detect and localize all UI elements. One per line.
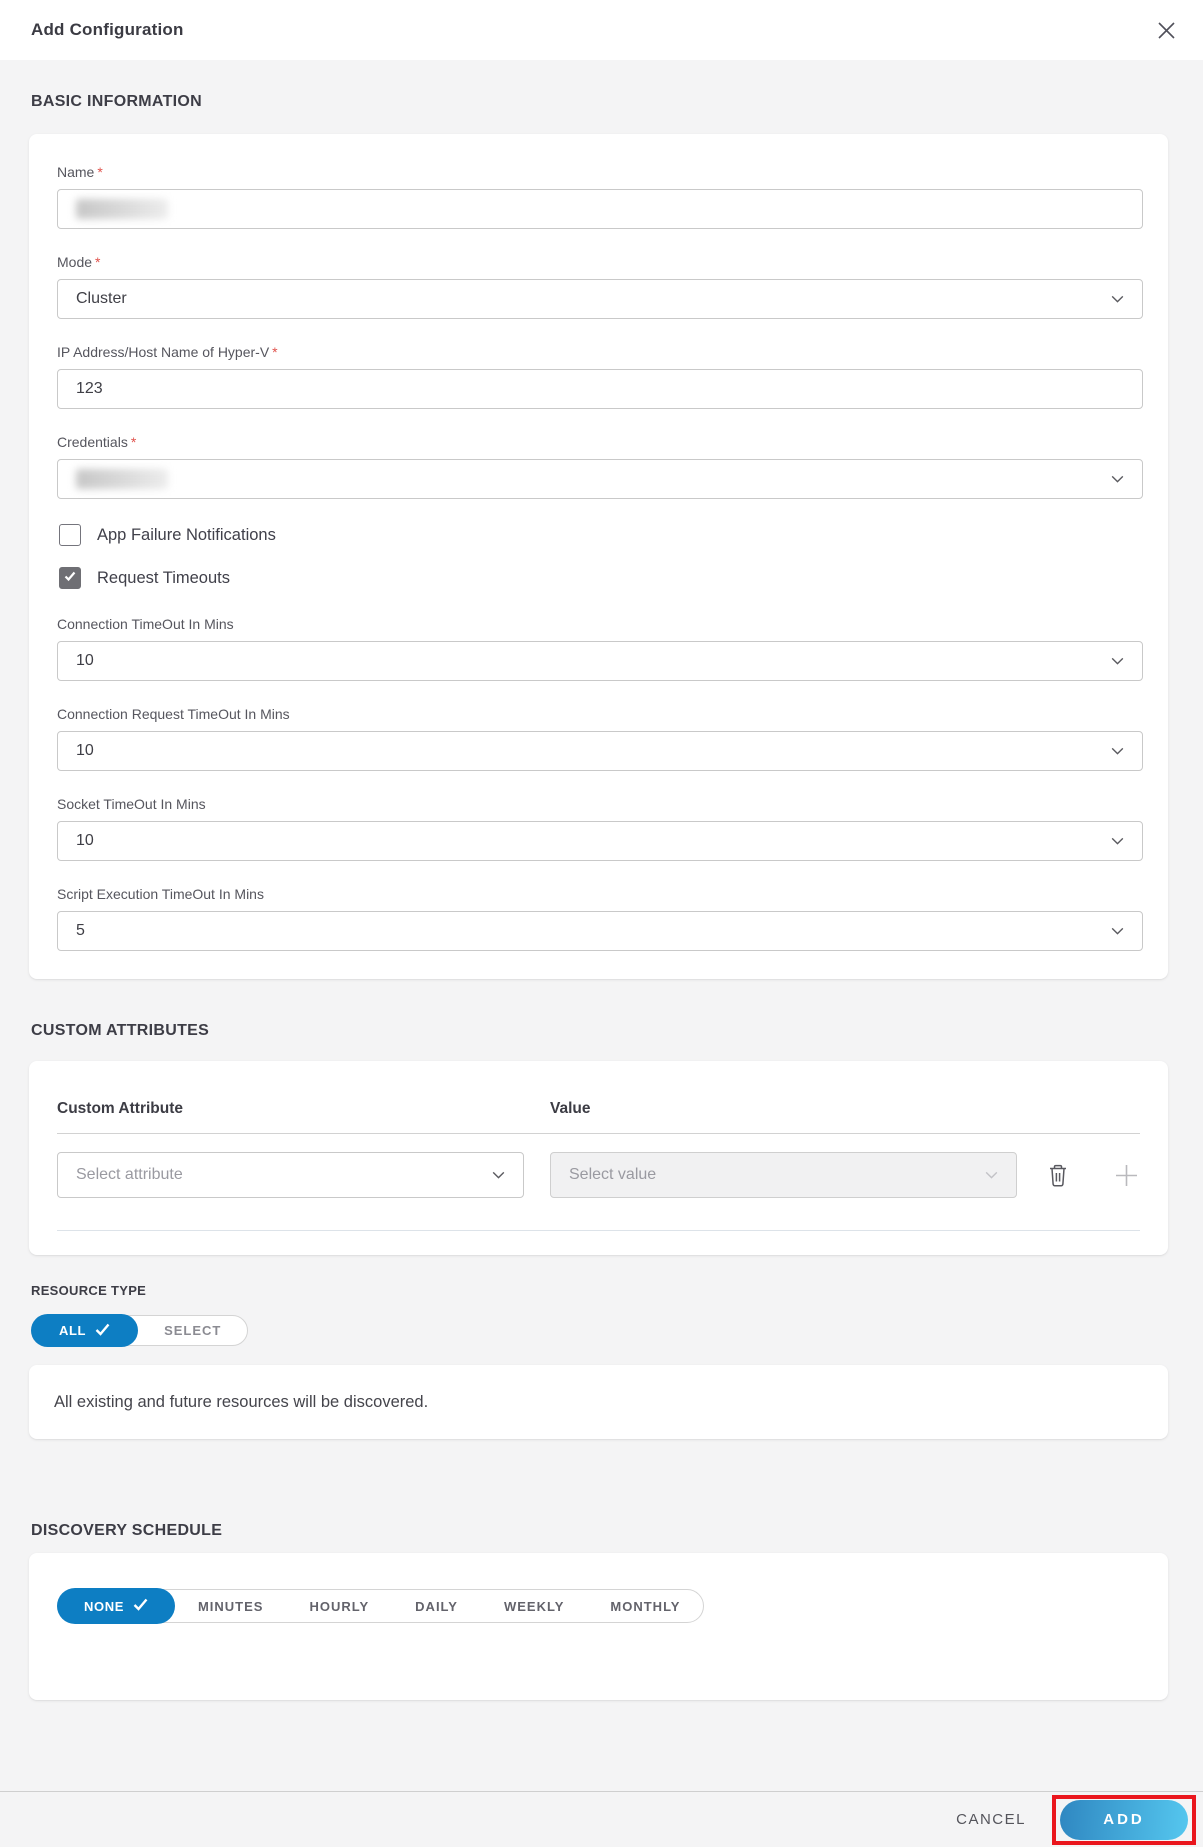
ip-field-group: IP Address/Host Name of Hyper-V * 123 xyxy=(57,344,1143,409)
chevron-down-icon xyxy=(983,1167,1000,1184)
chevron-down-icon xyxy=(1109,291,1126,308)
basic-information-card: Name * Mode * Cluster IP Address/Host Name… xyxy=(29,134,1168,979)
modal-body: BASIC INFORMATION Name * Mode * Cluster IP… xyxy=(0,60,1203,1700)
required-asterisk: * xyxy=(272,344,278,360)
mode-selected-value: Cluster xyxy=(76,290,127,307)
credentials-label: Credentials * xyxy=(57,434,137,450)
mode-label: Mode * xyxy=(57,254,101,270)
redacted-value xyxy=(76,199,168,219)
socket-timeout-select[interactable]: 10 xyxy=(57,821,1143,861)
chevron-down-icon xyxy=(1109,653,1126,670)
resource-type-description: All existing and future resources will b… xyxy=(54,1392,429,1411)
required-asterisk: * xyxy=(130,434,137,450)
page-title: Add Configuration xyxy=(31,20,184,39)
check-icon xyxy=(133,1598,148,1614)
cancel-button[interactable]: CANCEL xyxy=(946,1803,1036,1836)
schedule-option-daily[interactable]: DAILY xyxy=(392,1589,481,1623)
connection-timeout-value: 10 xyxy=(76,652,94,669)
resource-type-select-option[interactable]: SELECT xyxy=(138,1315,247,1346)
schedule-option-hourly[interactable]: HOURLY xyxy=(286,1589,392,1623)
request-timeouts-label: Request Timeouts xyxy=(97,568,230,587)
schedule-option-monthly[interactable]: MONTHLY xyxy=(587,1589,703,1623)
custom-attribute-row: Select attribute Select value xyxy=(57,1134,1140,1216)
resource-type-toggle: ALL SELECT xyxy=(31,1314,249,1347)
connection-request-timeout-label: Connection Request TimeOut In Mins xyxy=(57,706,290,722)
socket-timeout-label: Socket TimeOut In Mins xyxy=(57,796,206,812)
chevron-down-icon xyxy=(1109,923,1126,940)
custom-attribute-column-header: Custom Attribute xyxy=(57,1100,183,1117)
app-failure-notifications-checkbox[interactable] xyxy=(59,524,81,546)
delete-row-button[interactable] xyxy=(1043,1159,1073,1192)
connection-timeout-label: Connection TimeOut In Mins xyxy=(57,616,234,632)
chevron-down-icon xyxy=(490,1167,507,1184)
request-timeouts-checkbox[interactable] xyxy=(59,567,81,589)
close-icon xyxy=(1156,21,1177,44)
resource-type-heading: RESOURCE TYPE xyxy=(31,1283,147,1298)
custom-attributes-header-row: Custom Attribute Value xyxy=(57,1099,1140,1119)
add-row-button[interactable] xyxy=(1109,1158,1144,1193)
divider xyxy=(57,1230,1140,1231)
ip-value: 123 xyxy=(76,380,103,397)
resource-type-card: All existing and future resources will b… xyxy=(29,1365,1168,1439)
required-asterisk: * xyxy=(95,254,101,270)
connection-request-timeout-field-group: Connection Request TimeOut In Mins 10 xyxy=(57,706,1143,771)
chevron-down-icon xyxy=(1109,743,1126,760)
resource-type-all-option[interactable]: ALL xyxy=(31,1314,139,1347)
ip-label: IP Address/Host Name of Hyper-V * xyxy=(57,344,278,360)
plus-icon xyxy=(1113,1164,1140,1192)
credentials-field-group: Credentials * xyxy=(57,434,1143,499)
script-timeout-label: Script Execution TimeOut In Mins xyxy=(57,886,264,902)
name-input[interactable] xyxy=(57,189,1143,229)
close-button[interactable] xyxy=(1152,16,1181,45)
connection-request-timeout-value: 10 xyxy=(76,742,94,759)
trash-icon xyxy=(1047,1164,1069,1191)
schedule-option-minutes[interactable]: MINUTES xyxy=(175,1589,287,1623)
name-field-group: Name * xyxy=(57,164,1143,229)
discovery-schedule-heading: DISCOVERY SCHEDULE xyxy=(31,1522,223,1539)
mode-field-group: Mode * Cluster xyxy=(57,254,1143,319)
required-asterisk: * xyxy=(97,164,103,180)
socket-timeout-field-group: Socket TimeOut In Mins 10 xyxy=(57,796,1143,861)
request-timeouts-row: Request Timeouts xyxy=(59,567,1143,589)
ip-input[interactable]: 123 xyxy=(57,369,1143,409)
value-column-header: Value xyxy=(550,1100,591,1117)
custom-attributes-heading: CUSTOM ATTRIBUTES xyxy=(31,1022,210,1039)
name-label: Name * xyxy=(57,164,103,180)
chevron-down-icon xyxy=(1109,833,1126,850)
mode-select[interactable]: Cluster xyxy=(57,279,1143,319)
socket-timeout-value: 10 xyxy=(76,832,94,849)
script-timeout-select[interactable]: 5 xyxy=(57,911,1143,951)
redacted-value xyxy=(76,469,168,489)
attribute-select[interactable]: Select attribute xyxy=(57,1152,524,1198)
connection-timeout-field-group: Connection TimeOut In Mins 10 xyxy=(57,616,1143,681)
schedule-option-weekly[interactable]: WEEKLY xyxy=(481,1589,587,1623)
basic-information-heading: BASIC INFORMATION xyxy=(31,93,203,110)
value-select[interactable]: Select value xyxy=(550,1152,1017,1198)
connection-request-timeout-select[interactable]: 10 xyxy=(57,731,1143,771)
credentials-select[interactable] xyxy=(57,459,1143,499)
discovery-schedule-toggle: NONE MINUTES HOURLY DAILY WEEKLY MONTHLY xyxy=(57,1588,705,1624)
check-icon xyxy=(63,569,77,588)
red-annotation-highlight: ADD xyxy=(1052,1794,1196,1845)
modal-header: Add Configuration xyxy=(0,0,1203,60)
chevron-down-icon xyxy=(1109,471,1126,488)
value-select-placeholder: Select value xyxy=(569,1166,657,1183)
custom-attributes-card: Custom Attribute Value Select attribute … xyxy=(29,1061,1168,1255)
discovery-schedule-card: NONE MINUTES HOURLY DAILY WEEKLY MONTHLY xyxy=(29,1553,1168,1700)
footer: CANCEL ADD xyxy=(0,1791,1203,1847)
app-failure-notifications-row: App Failure Notifications xyxy=(59,524,1143,546)
app-failure-notifications-label: App Failure Notifications xyxy=(97,525,276,544)
schedule-option-none[interactable]: NONE xyxy=(57,1588,175,1624)
add-button[interactable]: ADD xyxy=(1060,1799,1188,1840)
connection-timeout-select[interactable]: 10 xyxy=(57,641,1143,681)
script-timeout-value: 5 xyxy=(76,922,85,939)
attribute-select-placeholder: Select attribute xyxy=(76,1166,183,1183)
check-icon xyxy=(95,1323,110,1339)
script-timeout-field-group: Script Execution TimeOut In Mins 5 xyxy=(57,886,1143,951)
